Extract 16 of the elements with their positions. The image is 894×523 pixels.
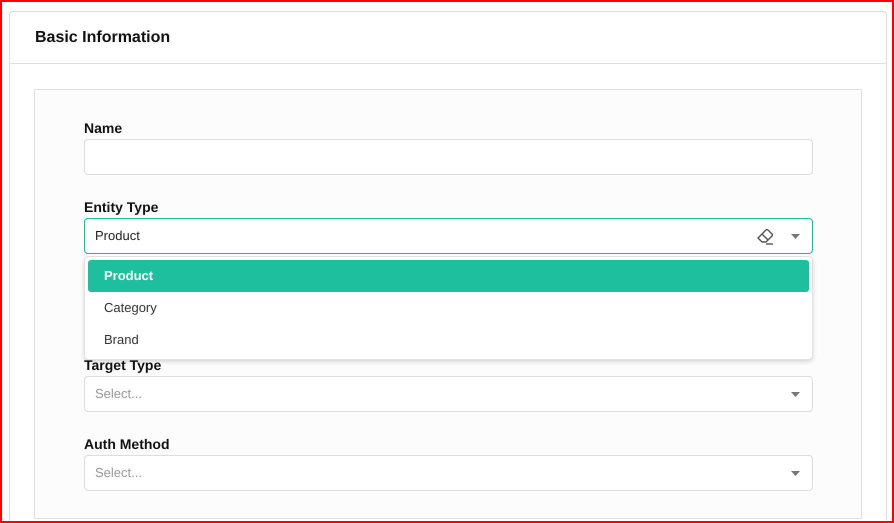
select-value: Product [95,227,141,246]
field-label: Target Type [84,356,162,372]
eraser-icon[interactable] [755,227,775,245]
caret-icon [791,470,800,476]
card-title: Basic Information [35,28,170,48]
dropdown-option[interactable]: Category [88,292,809,324]
field-label: Name [84,119,124,135]
name-input-field[interactable] [84,139,813,175]
select-placeholder: Select... [95,385,143,404]
select-placeholder: Select... [95,464,143,482]
select-field[interactable]: Product [84,218,813,254]
dropdown-option[interactable]: Brand [88,324,809,356]
field-label: Entity Type [84,198,160,214]
caret-icon [791,392,800,396]
field-label: Auth Method [84,435,171,451]
caret-icon [791,234,800,238]
